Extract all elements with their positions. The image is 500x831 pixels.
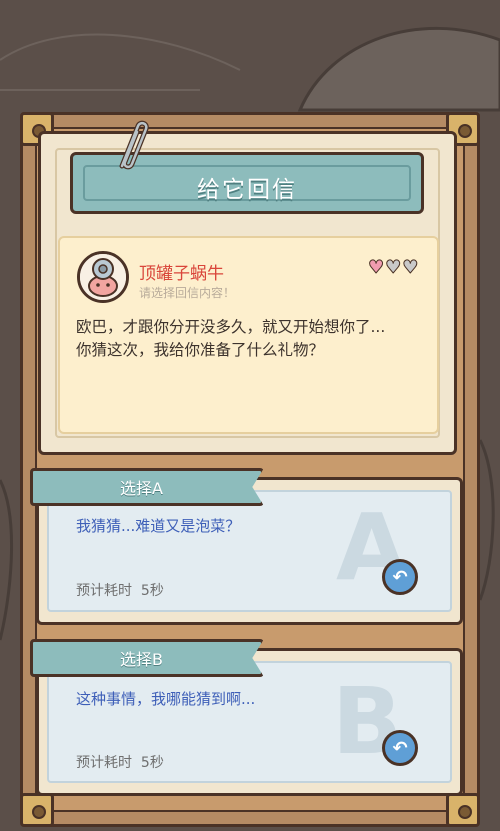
frame-corner-bottom-left — [20, 793, 54, 827]
option-a-text[interactable]: 我猜猜...难道又是泡菜？ — [76, 515, 240, 536]
frame-corner-bottom-right — [446, 793, 480, 827]
option-b-text[interactable]: 这种事情，我哪能猜到啊... — [76, 688, 255, 709]
page-title: 给它回信 — [197, 177, 297, 203]
sender-avatar — [77, 251, 129, 303]
option-b-tab-label: 选择B — [120, 650, 163, 669]
option-b-time-label: 预计耗时 — [76, 755, 132, 771]
option-a-time-label: 预计耗时 — [76, 583, 132, 599]
snail-avatar-icon — [80, 254, 126, 300]
heart-icon: ♥ — [367, 257, 385, 278]
refresh-icon[interactable]: ↶ — [382, 730, 418, 766]
option-b-time: 预计耗时 5秒 — [76, 752, 164, 772]
refresh-icon[interactable]: ↶ — [382, 559, 418, 595]
option-a-time-value: 5秒 — [140, 583, 164, 599]
paperclip-icon — [119, 120, 149, 170]
affection-hearts: ♥ ♥ ♥ — [367, 257, 419, 278]
sender-prompt: 请选择回信内容！ — [139, 286, 236, 300]
option-b-time-value: 5秒 — [140, 755, 164, 771]
option-a-tab-label: 选择A — [120, 479, 163, 498]
sender-name: 顶罐子蜗牛 — [139, 264, 224, 284]
heart-icon: ♥ — [402, 257, 419, 278]
letter-message-line: 欧巴，才跟你分开没多久，就又开始想你了... — [76, 318, 386, 336]
option-a-time: 预计耗时 5秒 — [76, 580, 164, 600]
letter-message-line: 你猜这次，我给你准备了什么礼物？ — [76, 341, 325, 359]
heart-icon: ♥ — [385, 257, 402, 278]
letter-message: 欧巴，才跟你分开没多久，就又开始想你了... 你猜这次，我给你准备了什么礼物？ — [76, 316, 431, 362]
